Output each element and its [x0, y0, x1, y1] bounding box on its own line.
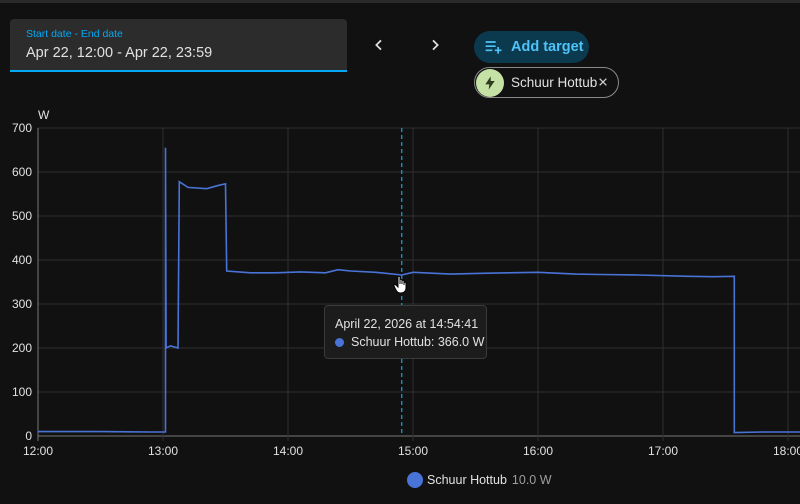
tooltip-date: April 22, 2026 at 14:54:41: [335, 317, 479, 331]
y-tick-label: 500: [12, 209, 32, 223]
date-range-label: Start date - End date: [26, 28, 123, 40]
target-chip[interactable]: Schuur Hottub: [474, 67, 619, 98]
y-tick-label: 600: [12, 165, 32, 179]
x-tick-label: 16:00: [523, 444, 553, 458]
remove-target-icon[interactable]: [596, 75, 610, 89]
y-axis-unit: W: [38, 108, 50, 122]
x-tick-label: 12:00: [23, 444, 53, 458]
y-tick-label: 700: [12, 121, 32, 135]
y-tick-label: 100: [12, 385, 32, 399]
chevron-right-icon: [432, 39, 439, 51]
hand-cursor-icon: [393, 275, 407, 294]
chart-legend[interactable]: Schuur Hottub 10.0 W: [407, 472, 552, 488]
next-period-button[interactable]: [420, 30, 450, 60]
playlist-plus-icon: [484, 37, 504, 57]
x-tick-label: 14:00: [273, 444, 303, 458]
legend-color-dot: [407, 472, 423, 488]
y-tick-label: 200: [12, 341, 32, 355]
date-range-value[interactable]: Apr 22, 12:00 - Apr 22, 23:59: [26, 45, 212, 61]
chevron-left-icon: [375, 39, 382, 51]
y-tick-label: 300: [12, 297, 32, 311]
previous-period-button[interactable]: [364, 30, 394, 60]
series-color-dot: [335, 337, 344, 347]
x-tick-label: 13:00: [148, 444, 178, 458]
top-divider: [0, 0, 800, 3]
x-tick-label: 17:00: [648, 444, 678, 458]
chart-tooltip: April 22, 2026 at 14:54:41 Schuur Hottub…: [324, 305, 487, 359]
legend-series-name: Schuur Hottub: [427, 473, 507, 487]
y-tick-label: 0: [25, 429, 32, 443]
add-target-label: Add target: [511, 39, 584, 55]
x-tick-label: 18:00: [773, 444, 800, 458]
legend-series-value: 10.0 W: [511, 473, 552, 487]
x-tick-label: 15:00: [398, 444, 428, 458]
y-tick-label: 400: [12, 253, 32, 267]
target-chip-label: Schuur Hottub: [511, 75, 598, 90]
date-range-picker[interactable]: Start date - End date Apr 22, 12:00 - Ap…: [10, 19, 347, 72]
add-target-button[interactable]: Add target: [474, 31, 589, 63]
tooltip-value-text: Schuur Hottub: 366.0 W: [351, 335, 485, 349]
series-line: [38, 147, 800, 434]
tooltip-row: Schuur Hottub: 366.0 W: [335, 335, 484, 349]
lightning-bolt-icon: [476, 68, 504, 97]
